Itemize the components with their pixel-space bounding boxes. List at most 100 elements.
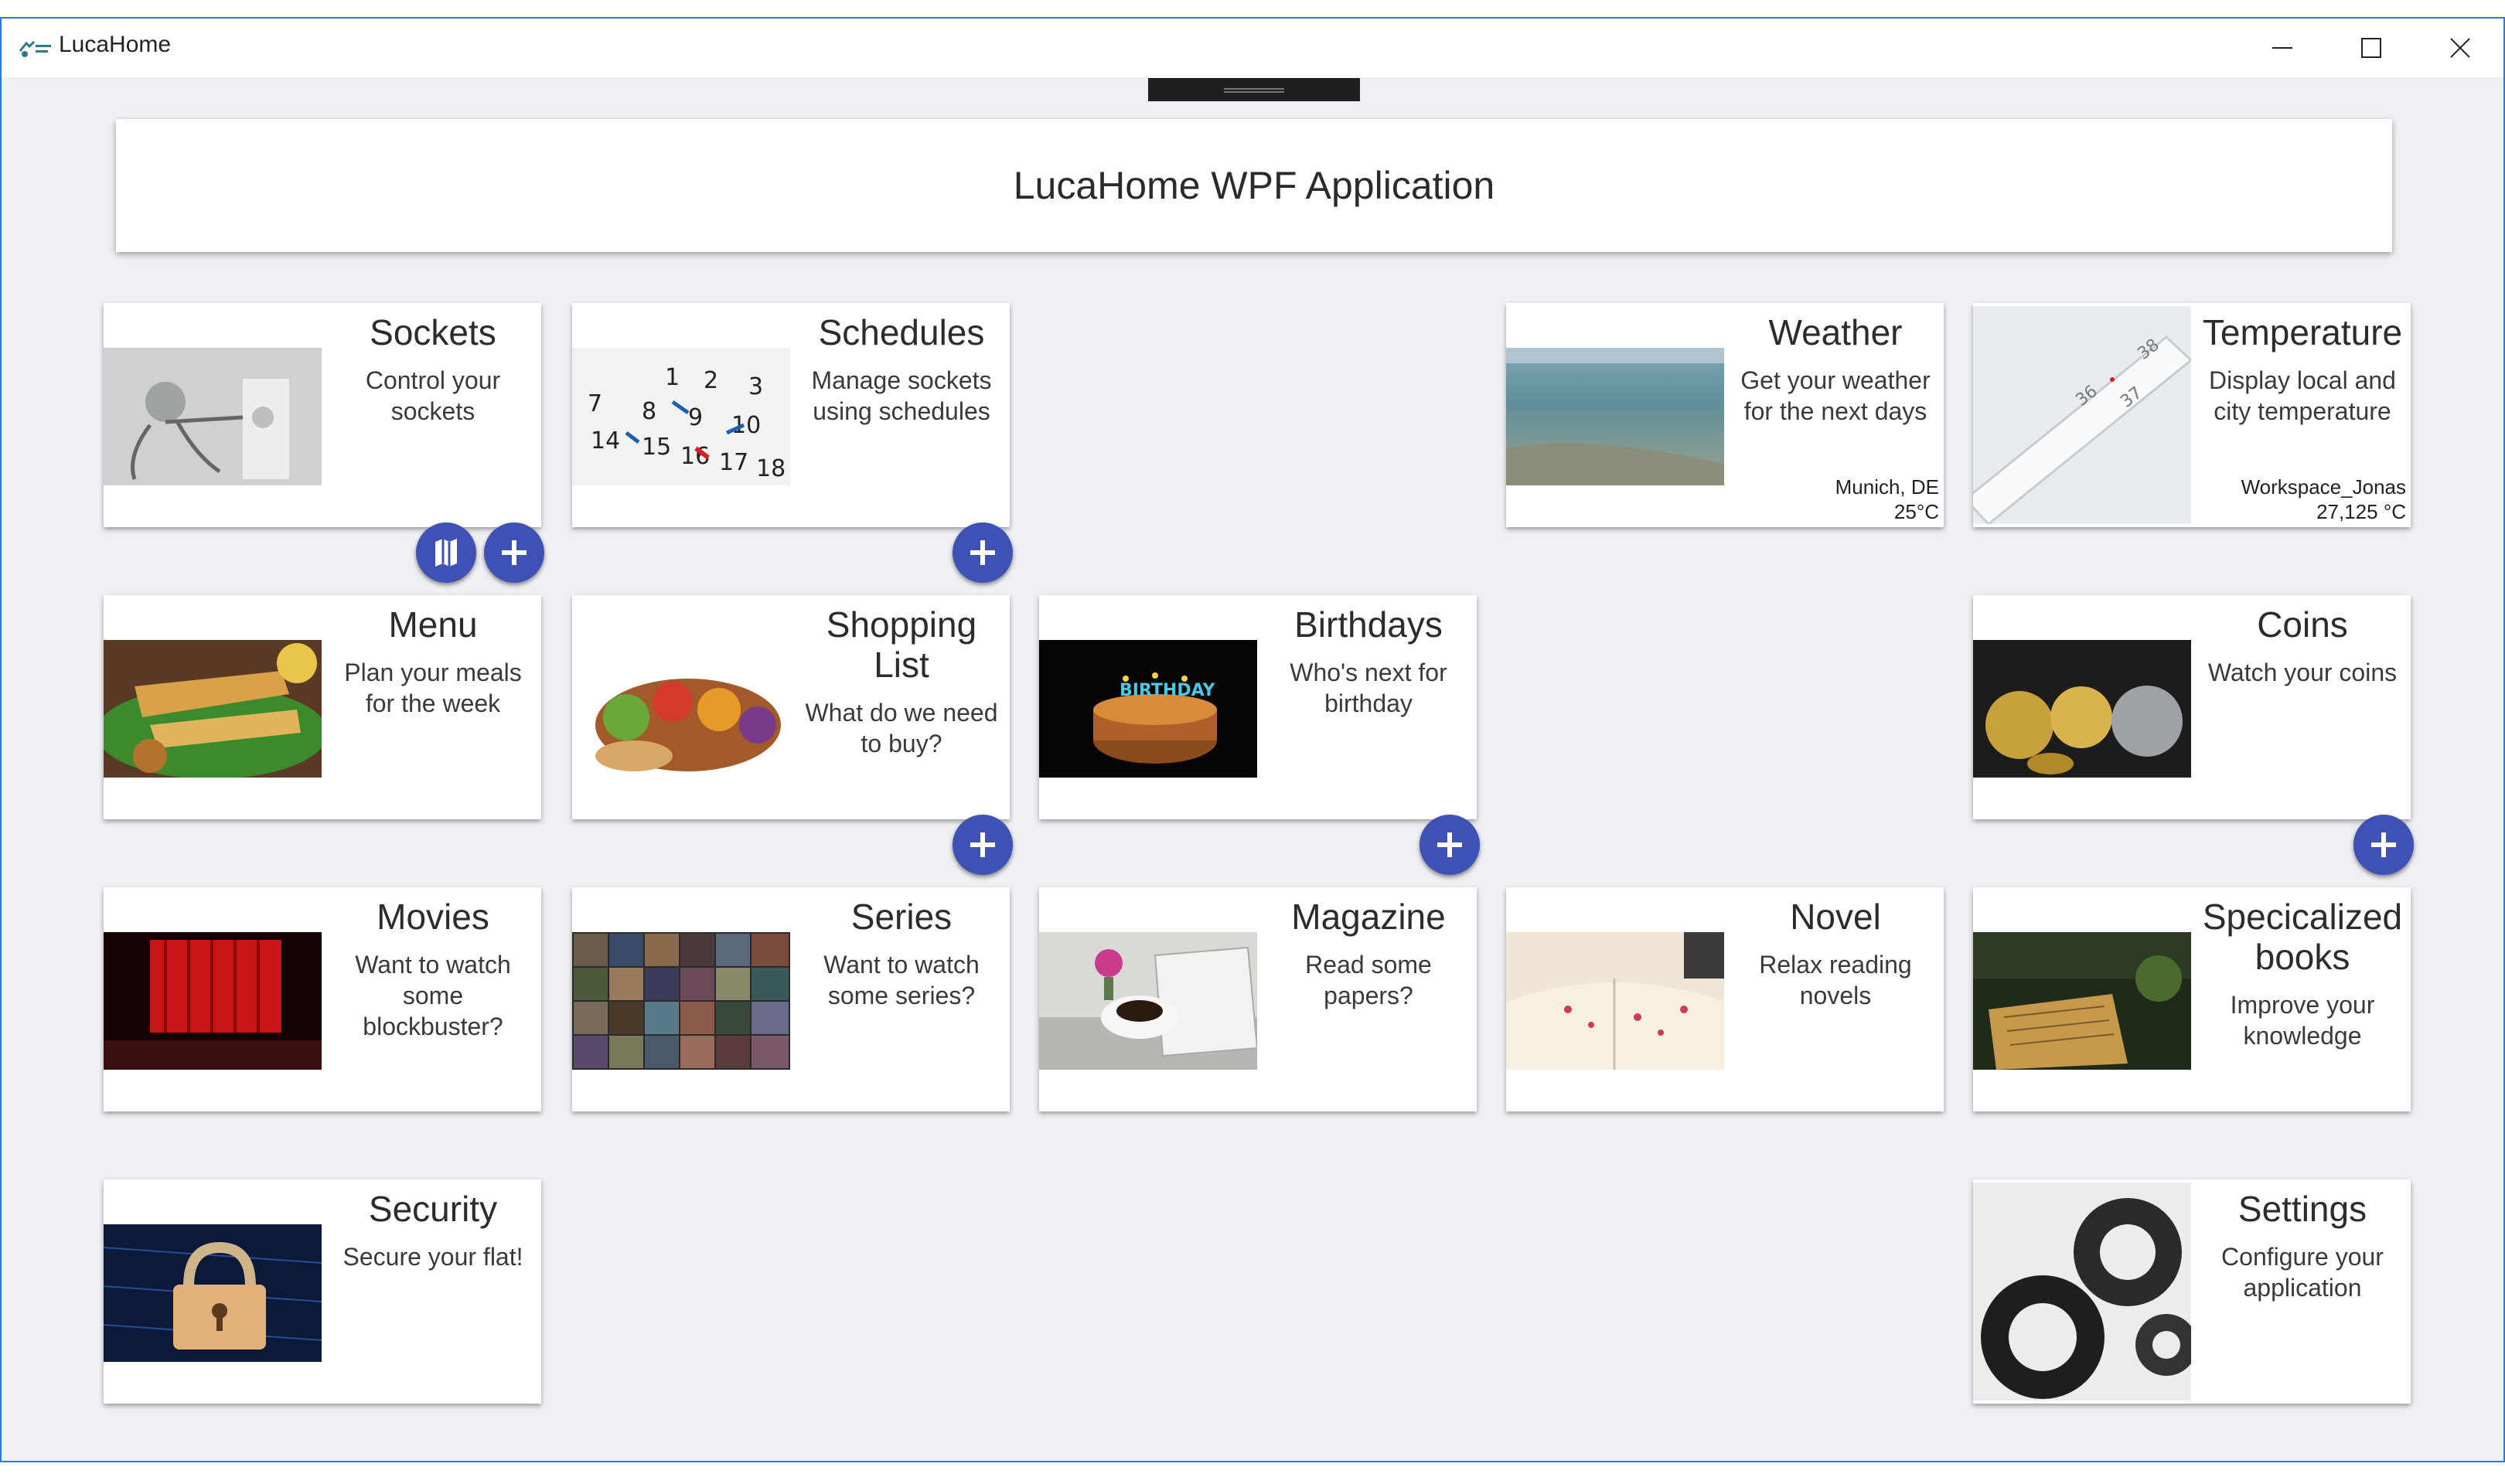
card-text: Series Want to watch some series? xyxy=(798,887,1005,1111)
card-title: Magazine xyxy=(1291,897,1446,937)
app-logo-icon xyxy=(19,40,51,57)
card-title: Sockets xyxy=(370,312,496,352)
card-title: Coins xyxy=(2257,604,2348,645)
card-text: Birthdays Who's next for birthday xyxy=(1265,595,1472,819)
card-text: Settings Configure your application xyxy=(2199,1179,2406,1404)
temperature-location: Workspace_Jonas xyxy=(2241,475,2406,499)
settings-image xyxy=(1973,1183,2191,1401)
weather-image xyxy=(1506,348,1724,485)
card-title: Weather xyxy=(1768,312,1903,352)
app-window: LucaHome LucaHome WPF Application Socket… xyxy=(0,17,2505,1462)
card-description: Manage sockets using schedules xyxy=(811,366,992,425)
minimize-button[interactable] xyxy=(2244,25,2321,71)
card-security[interactable]: Security Secure your flat! xyxy=(104,1179,541,1404)
temperature-image: 36 38 37 xyxy=(1973,306,2191,524)
sockets-map-button[interactable] xyxy=(416,522,476,583)
window-title: LucaHome xyxy=(59,32,172,57)
card-text: Security Secure your flat! xyxy=(329,1179,537,1404)
svg-text:18: 18 xyxy=(756,455,786,482)
svg-text:14: 14 xyxy=(591,427,620,454)
shopping-image xyxy=(572,640,790,778)
card-magazine[interactable]: Magazine Read some papers? xyxy=(1039,887,1477,1111)
card-menu[interactable]: Menu Plan your meals for the week xyxy=(104,595,541,819)
birthdays-add-button[interactable] xyxy=(1420,815,1480,875)
card-description: Control your sockets xyxy=(365,366,501,425)
weather-temperature: 25°C xyxy=(1893,500,1939,523)
card-description: Improve your knowledge xyxy=(2230,991,2375,1050)
close-icon xyxy=(2450,38,2470,58)
plus-icon xyxy=(970,832,995,857)
svg-text:8: 8 xyxy=(642,398,656,425)
card-description: Want to watch some series? xyxy=(823,951,980,1009)
card-series[interactable]: Series Want to watch some series? xyxy=(572,887,1010,1111)
card-text: Magazine Read some papers? xyxy=(1265,887,1472,1111)
card-text: Novel Relax reading novels xyxy=(1732,887,1939,1111)
card-birthdays[interactable]: BIRTHDAY Birthdays Who's next for birthd… xyxy=(1039,595,1477,819)
magazine-image xyxy=(1039,932,1257,1070)
card-title: Birthdays xyxy=(1294,604,1443,645)
card-weather[interactable]: Weather Get your weather for the next da… xyxy=(1506,303,1944,527)
card-text: Sockets Control your sockets xyxy=(329,303,537,527)
movies-image xyxy=(104,932,322,1070)
card-title: Shopping List xyxy=(826,604,977,685)
temperature-value: 27,125 °C xyxy=(2316,500,2406,523)
drawer-handle[interactable] xyxy=(1148,78,1360,101)
card-description: Plan your meals for the week xyxy=(344,659,522,717)
card-title: Series xyxy=(850,897,953,937)
svg-text:7: 7 xyxy=(588,390,602,417)
card-temperature[interactable]: 36 38 37 Temperature Display local and c… xyxy=(1973,303,2411,527)
card-description: Who's next for birthday xyxy=(1290,659,1447,717)
svg-text:BIRTHDAY: BIRTHDAY xyxy=(1120,681,1216,700)
coins-add-button[interactable] xyxy=(2353,815,2414,875)
close-button[interactable] xyxy=(2422,25,2499,71)
card-text: Movies Want to watch some blockbuster? xyxy=(329,887,537,1111)
maximize-icon xyxy=(2361,38,2381,58)
card-description: Want to watch some blockbuster? xyxy=(355,951,511,1040)
specialized-books-image xyxy=(1973,932,2191,1070)
weather-info: Munich, DE 25°C xyxy=(1835,475,1939,524)
card-novel[interactable]: Novel Relax reading novels xyxy=(1506,887,1944,1111)
security-image xyxy=(104,1224,322,1362)
card-sockets[interactable]: Sockets Control your sockets xyxy=(104,303,541,527)
card-title: Menu xyxy=(388,604,478,645)
header-card: LucaHome WPF Application xyxy=(116,119,2392,252)
svg-text:2: 2 xyxy=(704,367,718,394)
weather-location: Munich, DE xyxy=(1835,475,1939,499)
sockets-add-button[interactable] xyxy=(484,522,544,583)
map-icon xyxy=(435,539,457,567)
card-description: Configure your application xyxy=(2221,1243,2384,1302)
card-title: Settings xyxy=(2237,1189,2367,1229)
svg-text:17: 17 xyxy=(719,449,748,476)
card-description: Display local and city temperature xyxy=(2209,366,2396,425)
svg-text:10: 10 xyxy=(731,412,761,439)
minimize-icon xyxy=(2272,47,2292,49)
temperature-info: Workspace_Jonas 27,125 °C xyxy=(2241,475,2406,524)
card-movies[interactable]: Movies Want to watch some blockbuster? xyxy=(104,887,541,1111)
card-description: Relax reading novels xyxy=(1759,951,1912,1009)
card-schedules[interactable]: 123 7 8 9 10 14 15 16 17 18 Schedules Manage so… xyxy=(572,303,1010,527)
card-description: What do we need to buy? xyxy=(805,699,998,757)
svg-text:15: 15 xyxy=(642,434,671,461)
card-text: Menu Plan your meals for the week xyxy=(329,595,537,819)
title-bar[interactable]: LucaHome xyxy=(2,19,2503,77)
shopping-add-button[interactable] xyxy=(953,815,1013,875)
plus-icon xyxy=(502,540,527,565)
schedules-image: 123 7 8 9 10 14 15 16 17 18 xyxy=(572,348,790,485)
schedules-add-button[interactable] xyxy=(953,522,1013,583)
svg-text:1: 1 xyxy=(665,364,680,391)
card-title: Schedules xyxy=(818,312,985,352)
card-title: Security xyxy=(368,1189,498,1229)
card-title: Movies xyxy=(377,897,489,937)
series-image xyxy=(572,932,790,1070)
card-coins[interactable]: Coins Watch your coins xyxy=(1973,595,2411,819)
plus-icon xyxy=(1437,832,1462,857)
card-text: Schedules Manage sockets using schedules xyxy=(798,303,1005,527)
handle-grip xyxy=(1224,91,1284,93)
svg-text:3: 3 xyxy=(748,373,763,400)
card-text: Specicalized books Improve your knowledg… xyxy=(2199,887,2406,1111)
card-specialized-books[interactable]: Specicalized books Improve your knowledg… xyxy=(1973,887,2411,1111)
menu-image xyxy=(104,640,322,778)
card-settings[interactable]: Settings Configure your application xyxy=(1973,1179,2411,1404)
maximize-button[interactable] xyxy=(2333,25,2410,71)
card-shopping-list[interactable]: Shopping List What do we need to buy? xyxy=(572,595,1010,819)
